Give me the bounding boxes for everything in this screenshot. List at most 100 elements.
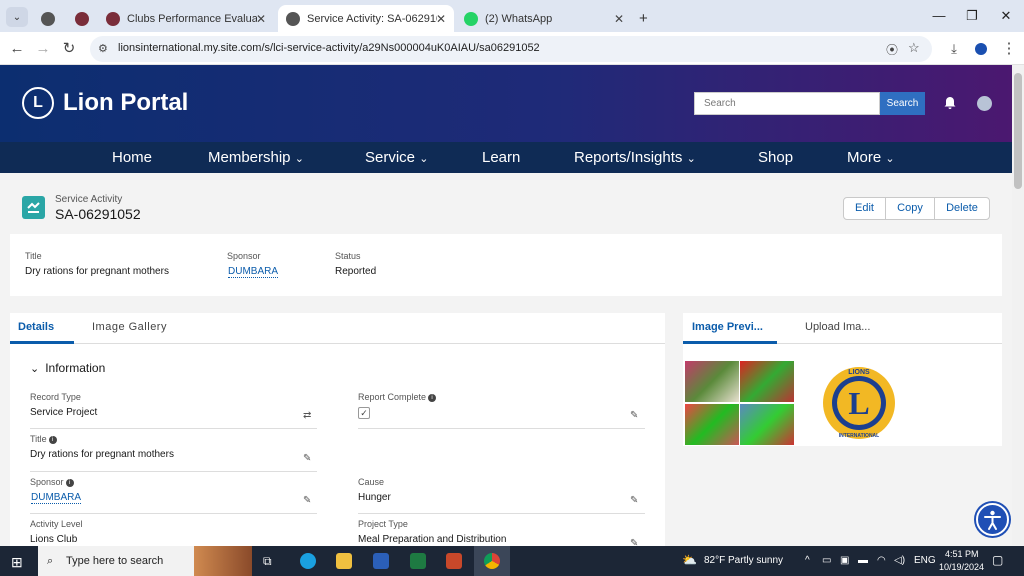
divider bbox=[30, 513, 317, 514]
tab-pinned[interactable] bbox=[32, 5, 64, 32]
tab-list-button[interactable]: ⌄ bbox=[6, 7, 28, 27]
minimize-icon[interactable]: — bbox=[924, 6, 954, 26]
nav-learn[interactable]: Learn bbox=[482, 149, 520, 166]
clock-time[interactable]: 4:51 PM bbox=[945, 549, 979, 559]
volume-icon[interactable]: ◁) bbox=[894, 555, 905, 566]
nav-more[interactable]: More ⌄ bbox=[847, 149, 895, 166]
label-text: Title bbox=[30, 434, 47, 444]
close-tab-icon[interactable]: ✕ bbox=[614, 12, 624, 26]
weather-text[interactable]: 82°F Partly sunny bbox=[704, 555, 783, 566]
task-view-icon[interactable]: ⧉ bbox=[263, 554, 272, 569]
back-icon[interactable]: ← bbox=[6, 38, 28, 60]
highlights-panel: Title Dry rations for pregnant mothers S… bbox=[10, 234, 1002, 296]
field-value: Hunger bbox=[358, 492, 391, 503]
file-explorer-icon[interactable] bbox=[336, 553, 352, 569]
lions-logo[interactable]: L bbox=[22, 87, 54, 119]
omnibox[interactable]: ⚙ lionsinternational.my.site.com/s/lci-s… bbox=[90, 36, 932, 62]
tab-service-activity[interactable]: Service Activity: SA-06291052 ✕ bbox=[278, 5, 454, 32]
tray-chevron-icon[interactable]: ^ bbox=[805, 555, 810, 566]
tab-lions-pinned[interactable] bbox=[66, 5, 98, 32]
pencil-icon[interactable]: ✎ bbox=[630, 495, 640, 506]
sponsor-link[interactable]: DUMBARA bbox=[228, 266, 279, 278]
restore-icon[interactable]: ❐ bbox=[957, 6, 987, 26]
nav-label: Reports/Insights bbox=[574, 149, 683, 166]
download-icon[interactable]: ⤓ bbox=[943, 38, 965, 60]
new-tab-button[interactable]: + bbox=[634, 5, 658, 32]
reload-icon[interactable]: ↻ bbox=[58, 38, 80, 60]
tab-whatsapp[interactable]: (2) WhatsApp ✕ bbox=[456, 5, 632, 32]
chevron-down-icon: ⌄ bbox=[30, 363, 40, 375]
tab-clubs-performance[interactable]: Clubs Performance Evaluation S ✕ bbox=[98, 5, 274, 32]
edit-button[interactable]: Edit bbox=[843, 197, 886, 220]
info-icon[interactable]: i bbox=[65, 478, 74, 487]
pencil-icon[interactable]: ✎ bbox=[303, 495, 313, 506]
taskbar-search-input[interactable]: ⌕ Type here to search bbox=[38, 546, 252, 576]
page-scrollbar[interactable] bbox=[1012, 65, 1024, 545]
info-icon[interactable]: i bbox=[428, 393, 437, 402]
tab-image-preview[interactable]: Image Previ... bbox=[692, 321, 763, 333]
nav-shop[interactable]: Shop bbox=[758, 149, 793, 166]
tray-security-icon[interactable]: ▣ bbox=[840, 555, 849, 566]
profile-icon[interactable] bbox=[970, 38, 992, 60]
tab-upload-image[interactable]: Upload Ima... bbox=[805, 321, 870, 333]
main-nav: Home Membership ⌄ Service ⌄ Learn Report… bbox=[0, 142, 1012, 173]
word-icon[interactable] bbox=[373, 553, 389, 569]
gallery-image[interactable] bbox=[740, 404, 794, 445]
user-avatar[interactable] bbox=[977, 96, 992, 111]
menu-icon[interactable]: ⋮ bbox=[998, 38, 1020, 60]
clock-date[interactable]: 10/19/2024 bbox=[939, 562, 984, 572]
accessibility-icon[interactable] bbox=[976, 503, 1009, 536]
site-info-icon[interactable]: ⚙ bbox=[98, 42, 108, 55]
close-tab-icon[interactable]: ✕ bbox=[436, 12, 446, 26]
forward-icon[interactable]: → bbox=[32, 38, 54, 60]
pencil-icon[interactable]: ✎ bbox=[303, 453, 313, 464]
search-button[interactable]: Search bbox=[880, 92, 925, 115]
tray-app-icon[interactable]: ▭ bbox=[822, 555, 831, 566]
nav-home[interactable]: Home bbox=[112, 149, 152, 166]
gallery-image[interactable] bbox=[685, 361, 739, 402]
bell-icon[interactable] bbox=[943, 96, 957, 110]
gallery-image[interactable] bbox=[685, 404, 739, 445]
close-window-icon[interactable]: ✕ bbox=[991, 6, 1021, 26]
powerpoint-icon[interactable] bbox=[446, 553, 462, 569]
excel-icon[interactable] bbox=[410, 553, 426, 569]
tab-image-gallery[interactable]: Image Gallery bbox=[92, 321, 167, 333]
field-label: Sponsor bbox=[227, 251, 261, 261]
edge-icon[interactable] bbox=[300, 553, 316, 569]
bookmark-star-icon[interactable]: ☆ bbox=[908, 40, 920, 56]
divider bbox=[358, 428, 645, 429]
nav-service[interactable]: Service ⌄ bbox=[365, 149, 428, 166]
nav-reports[interactable]: Reports/Insights ⌄ bbox=[574, 149, 696, 166]
lions-international-logo[interactable]: L LIONS INTERNATIONAL bbox=[821, 365, 897, 441]
pencil-icon[interactable]: ✎ bbox=[630, 410, 640, 421]
field-label: Cause bbox=[358, 477, 385, 487]
gallery-image[interactable] bbox=[740, 361, 794, 402]
tab-details[interactable]: Details bbox=[18, 321, 54, 333]
chrome-icon bbox=[484, 553, 500, 569]
chrome-taskbar-button[interactable] bbox=[474, 546, 510, 576]
battery-icon[interactable]: ▬ bbox=[858, 555, 868, 566]
lions-favicon-icon bbox=[106, 11, 120, 26]
location-icon[interactable]: ⦿ bbox=[886, 41, 898, 58]
delete-button[interactable]: Delete bbox=[934, 197, 990, 220]
nav-membership[interactable]: Membership ⌄ bbox=[208, 149, 304, 166]
language-indicator[interactable]: ENG bbox=[914, 555, 936, 566]
notification-icon[interactable]: ▢ bbox=[992, 553, 1003, 567]
sponsor-link[interactable]: DUMBARA bbox=[31, 492, 82, 504]
browser-tab-strip: ⌄ Clubs Performance Evaluation S ✕ Servi… bbox=[0, 0, 1024, 32]
tab-active-indicator bbox=[10, 341, 74, 344]
field-value: Dry rations for pregnant mothers bbox=[25, 266, 169, 277]
close-tab-icon[interactable]: ✕ bbox=[256, 12, 266, 26]
url-text[interactable]: lionsinternational.my.site.com/s/lci-ser… bbox=[118, 42, 540, 54]
section-information[interactable]: ⌄ Information bbox=[30, 361, 105, 375]
windows-start-icon[interactable]: ⊞ bbox=[11, 554, 23, 571]
scrollbar-thumb[interactable] bbox=[1014, 73, 1022, 189]
brand-title[interactable]: Lion Portal bbox=[63, 89, 188, 117]
copy-button[interactable]: Copy bbox=[885, 197, 935, 220]
info-icon[interactable]: i bbox=[48, 435, 57, 444]
whatsapp-icon bbox=[464, 11, 478, 26]
change-record-type-icon[interactable]: ⇄ bbox=[303, 410, 313, 421]
weather-icon[interactable]: ⛅ bbox=[682, 553, 697, 567]
wifi-icon[interactable]: ◠ bbox=[877, 555, 886, 566]
search-input[interactable]: Search bbox=[694, 92, 880, 115]
